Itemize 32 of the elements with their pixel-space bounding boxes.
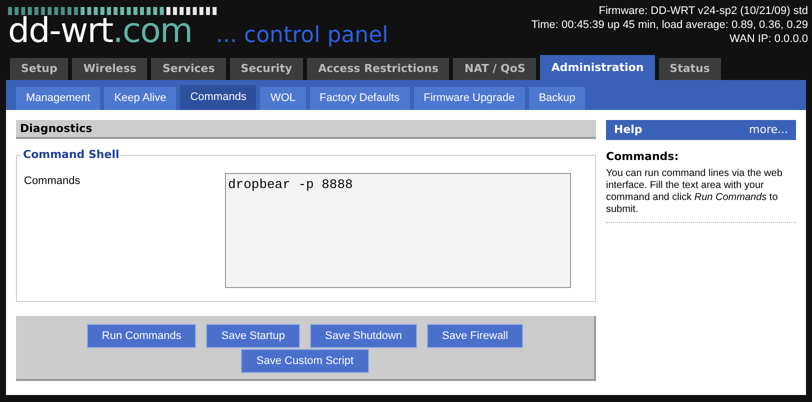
- nav-tab[interactable]: Access Restrictions: [307, 58, 450, 80]
- wan-ip-info: WAN IP: 0.0.0.0: [728, 32, 808, 46]
- sub-tab[interactable]: WOL: [260, 87, 306, 110]
- sub-tab[interactable]: Firmware Upgrade: [414, 87, 525, 110]
- section-title: Diagnostics: [16, 120, 596, 139]
- more-link[interactable]: more...: [749, 122, 788, 138]
- action-button[interactable]: Save Custom Script: [241, 349, 369, 373]
- sub-tab[interactable]: Keep Alive: [104, 87, 176, 110]
- nav-tab[interactable]: Status: [658, 58, 721, 80]
- sub-tab[interactable]: Factory Defaults: [310, 87, 410, 110]
- uptime-info: Time: 00:45:39 up 45 min, load average: 0.89, 0.36, 0.29: [531, 18, 808, 32]
- action-button[interactable]: Save Shutdown: [310, 324, 418, 348]
- nav-tab[interactable]: Services: [151, 58, 226, 80]
- tagline: ... control panel: [216, 22, 388, 50]
- sub-tab[interactable]: Backup: [528, 87, 586, 110]
- field-label: Commands: [24, 174, 82, 189]
- help-title: Help: [614, 122, 642, 138]
- nav-tab[interactable]: NAT / QoS: [453, 58, 536, 80]
- commands-textarea[interactable]: dropbear -p 8888: [225, 173, 571, 288]
- nav-tab[interactable]: Administration: [540, 55, 655, 80]
- nav-tab[interactable]: Wireless: [72, 58, 148, 80]
- help-heading: Commands:: [606, 149, 680, 165]
- sub-tab[interactable]: Management: [16, 87, 100, 110]
- action-button[interactable]: Save Firewall: [427, 324, 524, 348]
- action-button[interactable]: Run Commands: [86, 324, 196, 348]
- nav-tab[interactable]: Setup: [10, 58, 68, 80]
- action-button[interactable]: Save Startup: [206, 324, 300, 348]
- nav-tab[interactable]: Security: [230, 58, 304, 80]
- logo: dd-wrt.com: [8, 12, 192, 50]
- sub-tab[interactable]: Commands: [180, 85, 256, 110]
- firmware-info: Firmware: DD-WRT v24-sp2 (10/21/09) std: [598, 4, 808, 18]
- help-text: You can run command lines via the web interface. Fill the text area with your command and click Run Commands to submit.: [606, 168, 784, 216]
